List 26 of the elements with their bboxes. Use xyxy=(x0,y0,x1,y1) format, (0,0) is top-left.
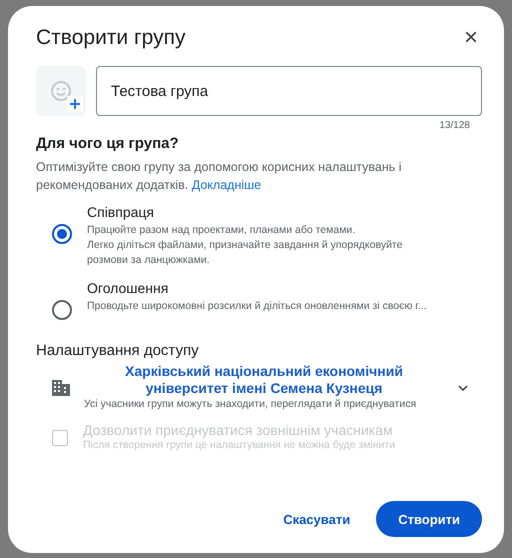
option-description: Проводьте широкомовні розсилки й діліться оновленнями зі своєю г... xyxy=(87,299,427,314)
create-button[interactable]: Створити xyxy=(376,501,482,537)
checkbox-description: Після створення групи це налаштування не можна буде змінити xyxy=(83,438,396,453)
smiley-icon xyxy=(50,80,72,102)
character-counter: 13/128 xyxy=(439,120,470,131)
close-button[interactable]: × xyxy=(460,26,482,50)
chevron-down-icon xyxy=(458,384,468,390)
section-description: Оптимізуйте свою групу за допомогою корисних налаштувань і рекомендованих додатків. Докладніше xyxy=(36,159,403,194)
dialog-title: Створити групу xyxy=(36,26,186,50)
learn-more-link[interactable]: Докладніше xyxy=(192,178,262,192)
section-heading: Для чого ця група? xyxy=(36,135,180,152)
plus-icon xyxy=(67,96,83,112)
option-label: Оголошення xyxy=(87,280,170,296)
building-icon xyxy=(52,380,70,396)
radio-button[interactable] xyxy=(52,224,72,244)
section-heading: Налаштування доступу xyxy=(36,342,200,359)
checkbox-label: Дозволити приєднуватися зовнішнім учасникам xyxy=(83,422,394,438)
access-dropdown[interactable]: Харківський національний економічний університет імені Семена Кузнеця Усі учасники групи можуть знаходити, переглядати й приєднуватися xyxy=(36,363,482,412)
group-name-field[interactable]: Тестова група xyxy=(96,66,482,116)
radio-button[interactable] xyxy=(52,300,72,320)
option-description: Легко діліться файлами, призначайте завдання й упорядковуйте розмови за ланцюжками. xyxy=(87,238,404,268)
cancel-button[interactable]: Скасувати xyxy=(271,501,362,537)
organization-name: Харківський національний економічний університет імені Семена Кузнеця xyxy=(124,363,404,397)
option-label: Співпраця xyxy=(87,204,155,220)
access-description: Усі учасники групи можуть знаходити, переглядати й приєднуватися xyxy=(84,397,418,412)
option-description: Працюйте разом над проектами, планами або темами. xyxy=(87,223,356,238)
